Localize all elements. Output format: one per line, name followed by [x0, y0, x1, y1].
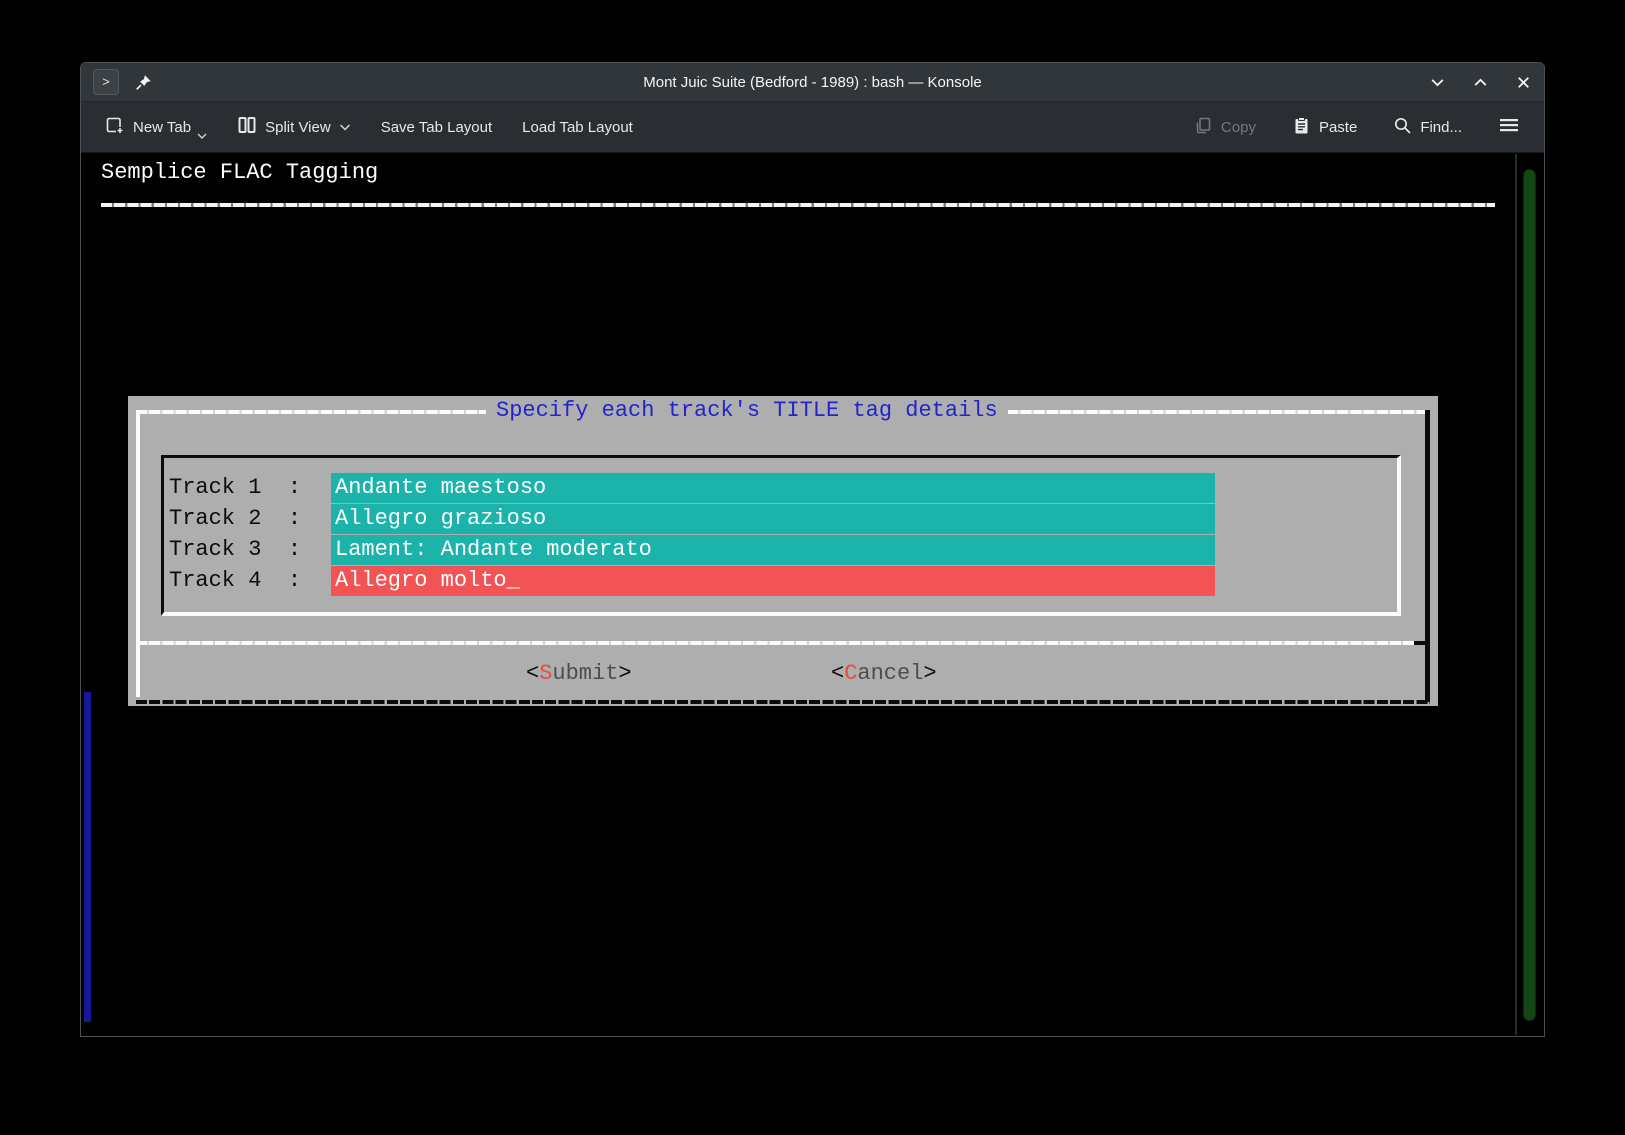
form-row: Track 3 : Lament: Andante moderato: [128, 535, 1438, 565]
split-view-icon: [237, 115, 257, 139]
load-tab-layout-button[interactable]: Load Tab Layout: [514, 113, 641, 142]
new-tab-button[interactable]: New Tab: [97, 109, 215, 145]
text-cursor: _: [507, 568, 520, 593]
track-3-label: Track 3 :: [169, 535, 301, 565]
scrollbar-thumb[interactable]: [1523, 169, 1536, 1021]
hamburger-menu-button[interactable]: [1490, 110, 1528, 144]
toolbar: New Tab Split View Save Tab Layo: [81, 101, 1544, 153]
new-tab-icon: [105, 115, 125, 139]
button-separator-end: [1414, 641, 1428, 645]
hamburger-icon: [1498, 116, 1520, 138]
pin-icon[interactable]: [135, 74, 152, 91]
minimize-icon[interactable]: [1429, 74, 1446, 91]
konsole-window: > Mont Juic Suite (Bedford - 1989) : bas…: [80, 62, 1545, 1037]
terminal-area[interactable]: Semplice FLAC Tagging Specify each track…: [82, 154, 1543, 1035]
paste-icon: [1292, 116, 1311, 139]
cancel-button[interactable]: <Cancel>: [831, 659, 937, 689]
window-title: Mont Juic Suite (Bedford - 1989) : bash …: [81, 74, 1544, 91]
copy-icon: [1194, 116, 1213, 139]
save-tab-layout-button[interactable]: Save Tab Layout: [373, 113, 500, 142]
form-row: Track 2 : Allegro grazioso: [128, 504, 1438, 534]
scrollbar-track-divider: [1515, 154, 1517, 1035]
split-view-button[interactable]: Split View: [229, 109, 359, 145]
track-2-label: Track 2 :: [169, 504, 301, 534]
track-1-input[interactable]: Andante maestoso: [331, 473, 1215, 503]
track-4-label: Track 4 :: [169, 566, 301, 596]
track-3-input[interactable]: Lament: Andante moderato: [331, 535, 1215, 565]
form-row: Track 4 : Allegro molto_: [128, 566, 1438, 596]
close-icon[interactable]: [1515, 74, 1532, 91]
track-4-input[interactable]: Allegro molto_: [331, 566, 1215, 596]
heading-rule: [101, 203, 1495, 207]
form-row: Track 1 : Andante maestoso: [128, 473, 1438, 503]
chevron-down-icon: [197, 127, 207, 144]
terminal-prompt-icon: >: [102, 75, 110, 90]
track-1-label: Track 1 :: [169, 473, 301, 503]
maximize-icon[interactable]: [1472, 74, 1489, 91]
dialog-border-bottom: [136, 700, 1430, 704]
button-separator: [136, 641, 1426, 645]
dialog-title: Specify each track's TITLE tag details: [486, 397, 1008, 425]
terminal-heading: Semplice FLAC Tagging: [101, 158, 378, 188]
track-2-input[interactable]: Allegro grazioso: [331, 504, 1215, 534]
find-button[interactable]: Find...: [1385, 110, 1470, 145]
search-icon: [1393, 116, 1412, 139]
paste-button[interactable]: Paste: [1284, 110, 1365, 145]
copy-button[interactable]: Copy: [1186, 110, 1264, 145]
output-marker: [84, 692, 91, 1022]
submit-button[interactable]: <Submit>: [526, 659, 632, 689]
tui-dialog: Specify each track's TITLE tag details T…: [128, 396, 1438, 706]
chevron-down-icon: [339, 119, 351, 136]
titlebar[interactable]: > Mont Juic Suite (Bedford - 1989) : bas…: [81, 63, 1544, 101]
app-menu-button[interactable]: >: [93, 69, 119, 95]
